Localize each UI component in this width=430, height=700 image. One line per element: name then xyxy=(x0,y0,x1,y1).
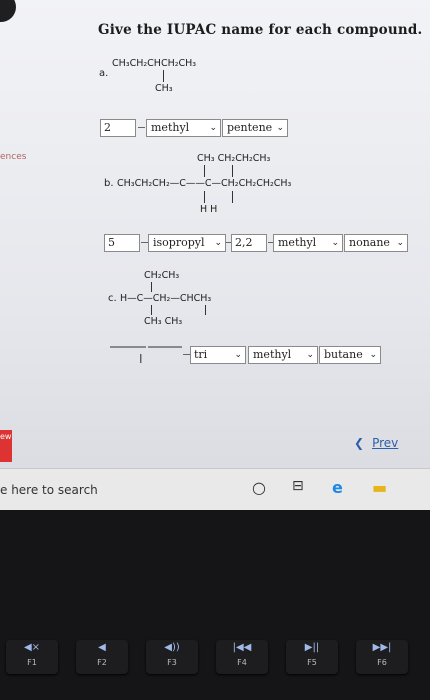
key-f4-label: F4 xyxy=(237,658,247,667)
volume-down-icon: ◀ xyxy=(98,642,106,653)
part-c-bond-top xyxy=(151,282,152,292)
chevron-down-icon: ⌄ xyxy=(331,238,339,248)
part-c-dash-1 xyxy=(183,354,190,355)
key-f3-label: F3 xyxy=(167,658,177,667)
chevron-down-icon: ⌄ xyxy=(276,123,284,133)
chevron-down-icon: ⌄ xyxy=(214,238,222,248)
key-f1[interactable]: ◀× F1 xyxy=(6,640,58,674)
taskbar-search-box[interactable]: e here to search xyxy=(0,483,98,497)
key-f6[interactable]: ▶▶| F6 xyxy=(356,640,408,674)
browser-viewport: ences ew Give the IUPAC name for each co… xyxy=(0,0,430,510)
part-c-parent-select[interactable]: butane ⌄ xyxy=(319,346,381,364)
edge-dark-circle xyxy=(0,0,16,22)
part-a-bond xyxy=(163,70,164,82)
chevron-down-icon: ⌄ xyxy=(369,350,377,360)
next-track-icon: ▶▶| xyxy=(372,642,392,653)
key-f5-label: F5 xyxy=(307,658,317,667)
chevron-down-icon: ⌄ xyxy=(396,238,404,248)
chevron-down-icon: ⌄ xyxy=(306,350,314,360)
cortana-circle-icon[interactable]: ○ xyxy=(252,478,266,497)
mute-icon: ◀× xyxy=(23,642,41,653)
part-c-formula-bottom: CH₃ CH₃ xyxy=(144,316,183,327)
part-c-substituent-select[interactable]: methyl ⌄ xyxy=(248,346,318,364)
part-b-formula-top: CH₃ CH₂CH₂CH₃ xyxy=(197,153,271,164)
part-a-label: a. xyxy=(99,68,109,79)
part-a-substituent-value: methyl xyxy=(151,121,190,134)
part-a-locant-input[interactable]: 2 xyxy=(100,119,136,137)
part-a-formula-sub: CH₃ xyxy=(155,83,173,94)
key-f2[interactable]: ◀ F2 xyxy=(76,640,128,674)
chevron-left-icon: ❮ xyxy=(354,436,365,450)
part-c-parent-value: butane xyxy=(324,348,363,361)
volume-up-icon: ◀)) xyxy=(164,642,180,653)
key-f6-label: F6 xyxy=(377,658,387,667)
part-b-dash-1 xyxy=(141,242,148,243)
key-f1-label: F1 xyxy=(27,658,37,667)
sidebar-references-text[interactable]: ences xyxy=(0,152,26,162)
key-f4[interactable]: |◀◀ F4 xyxy=(216,640,268,674)
part-c-prefix-select[interactable]: tri ⌄ xyxy=(190,346,246,364)
part-b-parent-select[interactable]: nonane ⌄ xyxy=(344,234,408,252)
part-c-prefix-value: tri xyxy=(194,348,208,361)
part-a-parent-select[interactable]: pentene ⌄ xyxy=(222,119,288,137)
part-c-locant1-input[interactable] xyxy=(110,346,146,348)
windows-taskbar: e here to search ○ ⊟ e ▬ xyxy=(0,468,430,510)
key-f3[interactable]: ◀)) F3 xyxy=(146,640,198,674)
prev-link[interactable]: ❮ Prev xyxy=(354,436,398,450)
previous-track-icon: |◀◀ xyxy=(232,642,252,653)
part-b-substituent2-select[interactable]: methyl ⌄ xyxy=(273,234,343,252)
key-f5[interactable]: ▶|| F5 xyxy=(286,640,338,674)
part-a-dash xyxy=(138,127,145,128)
part-b-formula-bottom: H H xyxy=(200,204,218,215)
part-a-substituent-select[interactable]: methyl ⌄ xyxy=(146,119,221,137)
key-f2-label: F2 xyxy=(97,658,107,667)
part-c-bond-bottom-2 xyxy=(205,305,206,315)
part-b-bond-top-2 xyxy=(232,165,233,177)
part-c-bond-bottom-1 xyxy=(151,305,152,315)
part-a-parent-value: pentene xyxy=(227,121,273,134)
play-pause-icon: ▶|| xyxy=(304,642,320,653)
part-b-label: b. xyxy=(104,178,114,189)
sidebar-red-tab[interactable]: ew xyxy=(0,430,12,462)
question-title: Give the IUPAC name for each compound. xyxy=(98,22,423,38)
part-b-substituent1-value: isopropyl xyxy=(153,236,205,249)
part-b-locant1-input[interactable]: 5 xyxy=(104,234,140,252)
part-b-formula-main: CH₃CH₂CH₂—C——C—CH₂CH₂CH₂CH₃ xyxy=(117,178,292,189)
text-cursor-icon: I xyxy=(139,352,143,366)
chevron-down-icon: ⌄ xyxy=(209,123,217,133)
part-b-bond-top-1 xyxy=(204,165,205,177)
part-c-formula-top: CH₂CH₃ xyxy=(144,270,180,281)
part-c-substituent-value: methyl xyxy=(253,348,292,361)
part-b-parent-value: nonane xyxy=(349,236,390,249)
prev-label: Prev xyxy=(372,436,399,450)
part-c-locant2-input[interactable] xyxy=(148,346,182,348)
part-c-label: c. xyxy=(108,293,117,304)
file-explorer-icon[interactable]: ▬ xyxy=(372,478,387,497)
red-tab-text: ew xyxy=(0,432,12,441)
part-c-formula-main: H—C—CH₂—CHCH₃ xyxy=(120,293,212,304)
part-a-formula-main: CH₃CH₂CHCH₂CH₃ xyxy=(112,58,197,69)
edge-browser-icon[interactable]: e xyxy=(332,478,343,497)
chevron-down-icon: ⌄ xyxy=(234,350,242,360)
part-b-bond-bottom-2 xyxy=(232,191,233,203)
part-b-locant2-input[interactable]: 2,2 xyxy=(231,234,267,252)
part-b-substituent2-value: methyl xyxy=(278,236,317,249)
part-b-bond-bottom-1 xyxy=(204,191,205,203)
part-b-substituent1-select[interactable]: isopropyl ⌄ xyxy=(148,234,226,252)
task-view-icon[interactable]: ⊟ xyxy=(292,478,304,494)
